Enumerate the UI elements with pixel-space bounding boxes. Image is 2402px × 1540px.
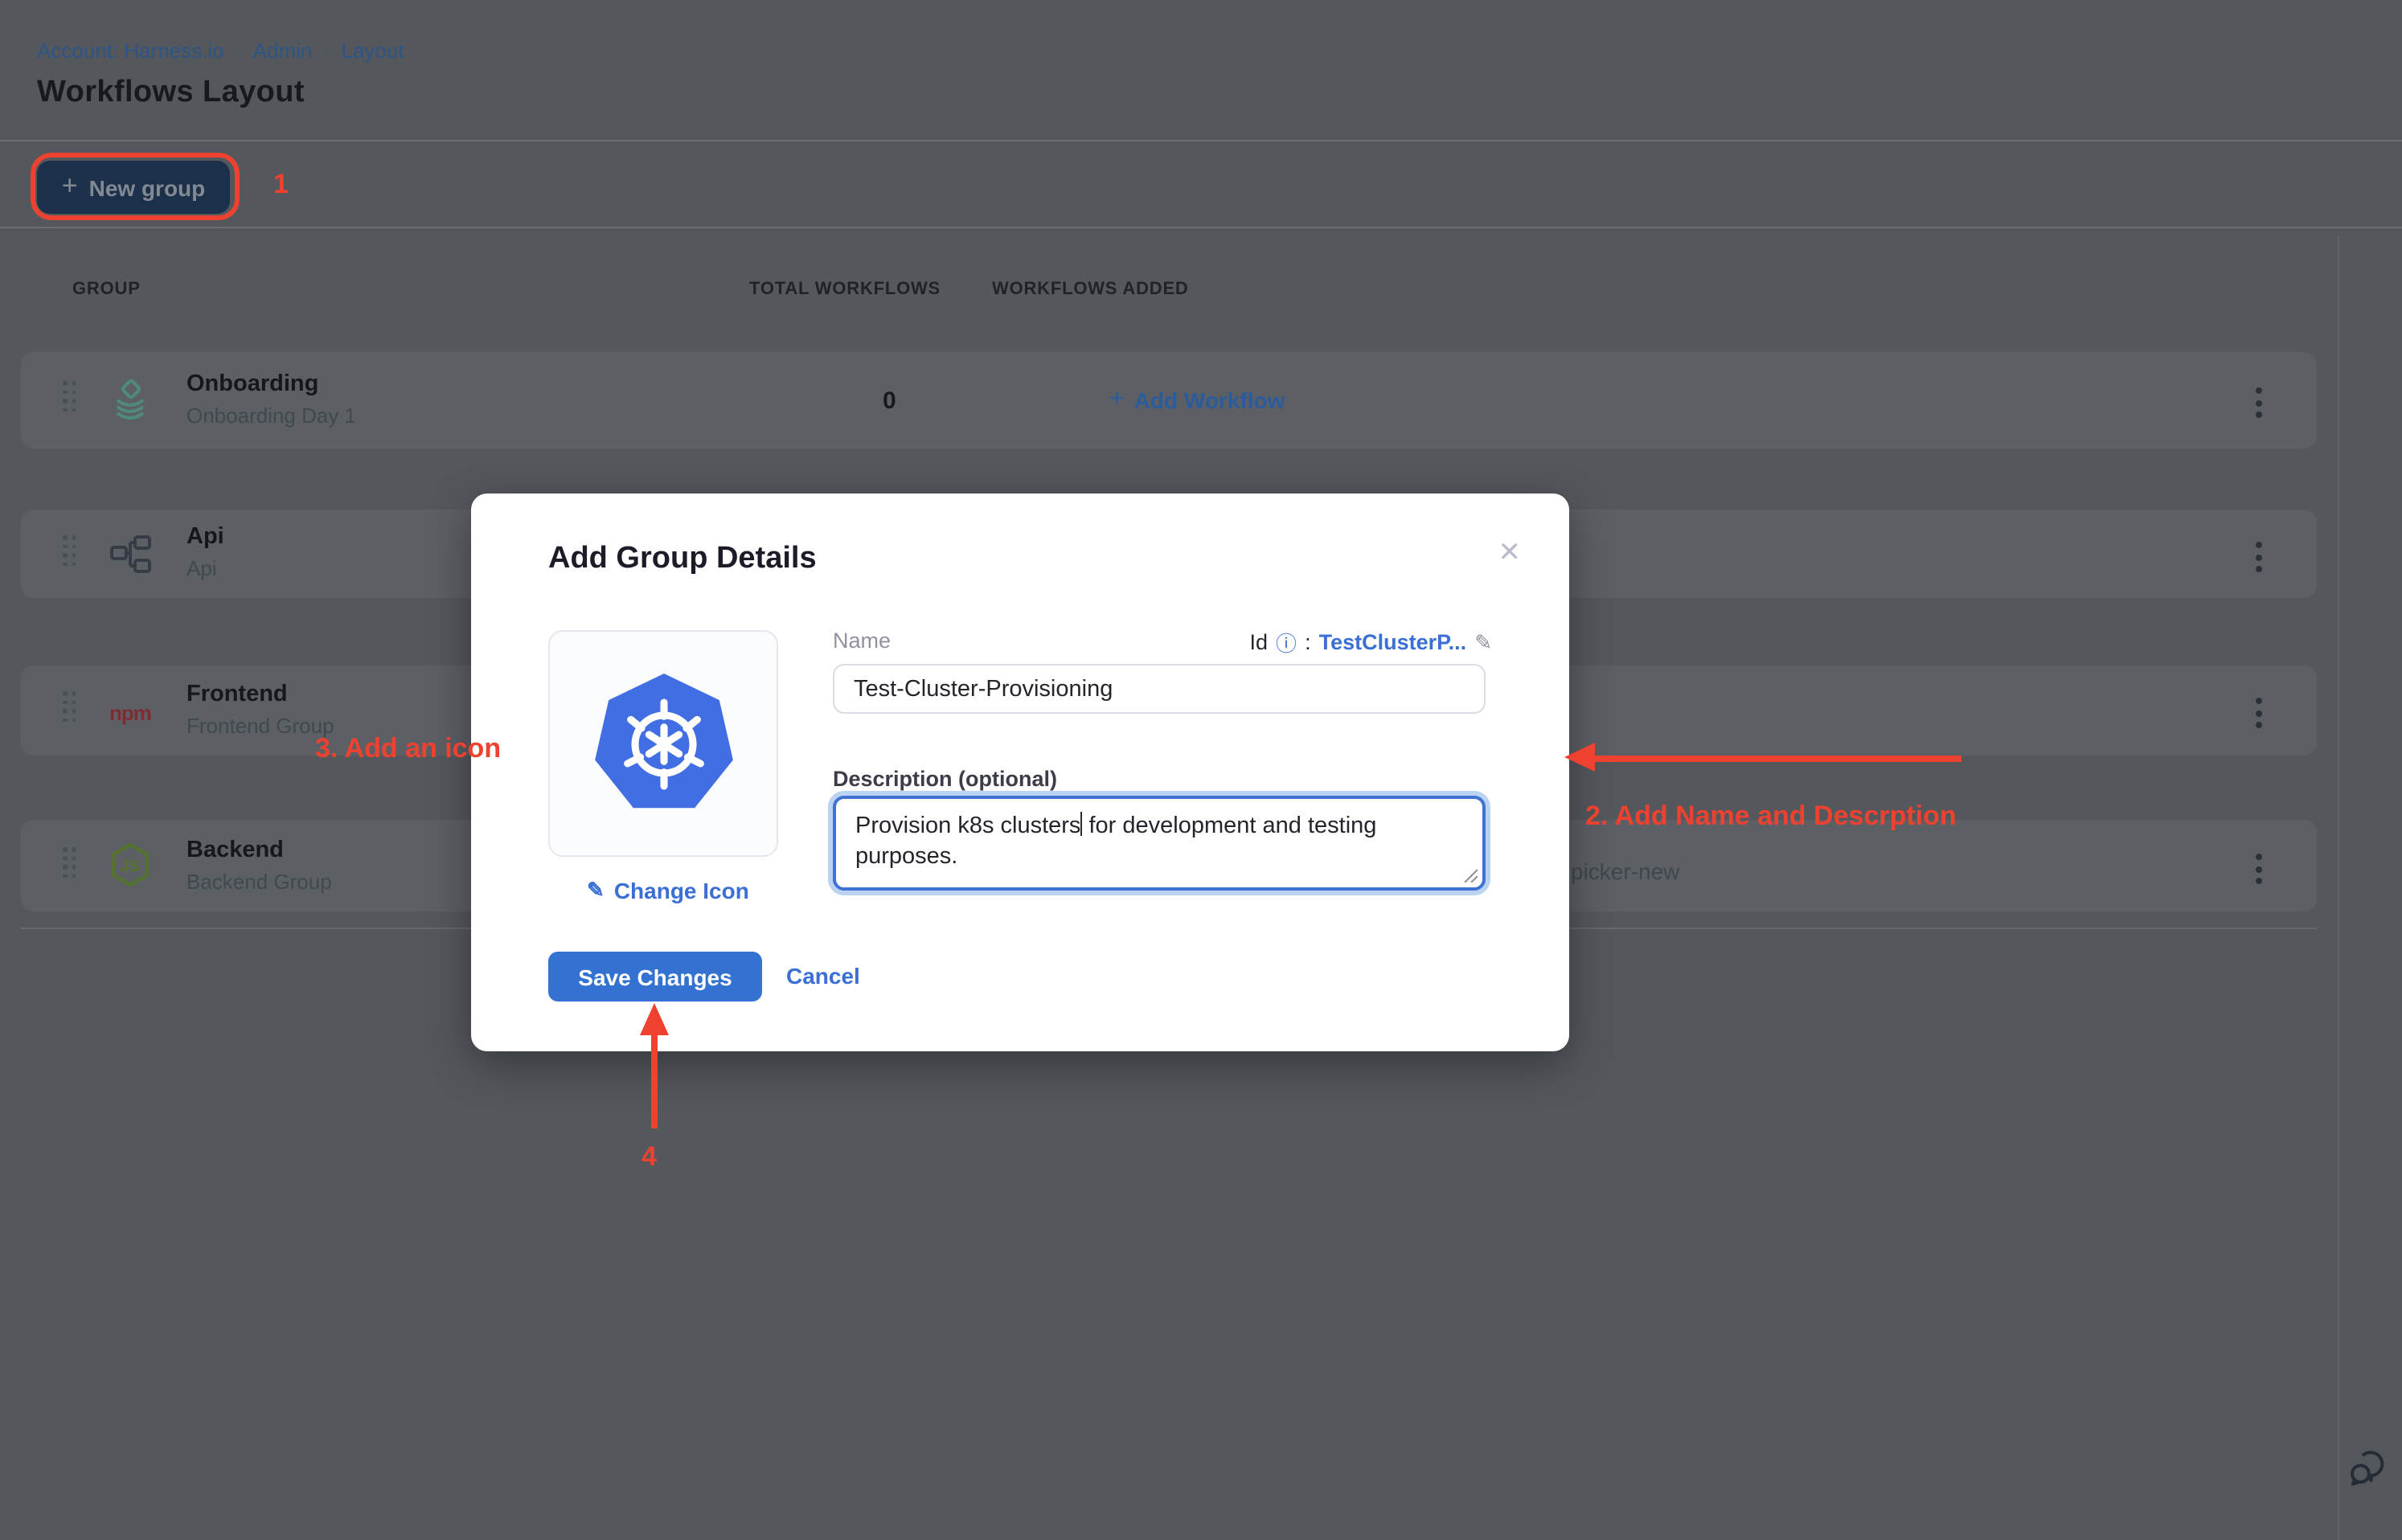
group-icon-preview[interactable] (548, 630, 778, 857)
plus-icon: + (1109, 386, 1125, 415)
add-workflow-button[interactable]: + Add Workflow (1109, 386, 1285, 415)
modal-title: Add Group Details (548, 542, 817, 577)
row-menu-kebab-icon[interactable] (2256, 698, 2262, 728)
description-field-label: Description (optional) (833, 767, 1057, 791)
toolbar-divider (0, 227, 2402, 228)
save-changes-button[interactable]: Save Changes (548, 952, 762, 1001)
group-name: Backend (187, 838, 332, 863)
npm-logo-text: npm (109, 700, 151, 724)
add-group-details-modal: Add Group Details ✕ ✎ Change Icon Name I (471, 494, 1569, 1051)
breadcrumb-admin-link[interactable]: Admin (253, 39, 313, 63)
column-header-group: GROUP (72, 280, 141, 299)
name-input[interactable] (833, 664, 1486, 714)
close-icon[interactable]: ✕ (1498, 539, 1522, 566)
workflows-layout-page: Account: Harness.io › Admin › Layout Wor… (0, 0, 2402, 1540)
layers-teal-icon (106, 376, 154, 424)
chat-bubbles-icon[interactable] (2347, 1447, 2389, 1497)
annotation-arrow-shaft (651, 1030, 658, 1128)
drag-handle-icon[interactable] (63, 691, 76, 722)
group-name: Frontend (187, 682, 334, 707)
info-icon: ⓘ (1276, 627, 1297, 657)
breadcrumb: Account: Harness.io › Admin › Layout (37, 39, 404, 63)
group-subtitle: Onboarding Day 1 (187, 403, 356, 428)
id-separator: : (1305, 630, 1311, 654)
breadcrumb-separator-icon: › (323, 39, 330, 62)
group-name: Api (187, 524, 224, 550)
page-title: Workflows Layout (37, 76, 305, 111)
row-menu-kebab-icon[interactable] (2256, 387, 2262, 418)
cancel-button[interactable]: Cancel (786, 963, 860, 989)
total-workflows-count: 0 (883, 387, 896, 415)
drag-handle-icon[interactable] (63, 381, 76, 412)
column-header-total-workflows: TOTAL WORKFLOWS (749, 280, 941, 299)
breadcrumb-layout-link[interactable]: Layout (341, 39, 404, 63)
content-edge-divider (2338, 236, 2339, 1540)
breadcrumb-separator-icon: › (236, 39, 242, 62)
drag-handle-icon[interactable] (63, 535, 76, 566)
change-icon-button[interactable]: ✎ Change Icon (587, 878, 749, 903)
pencil-icon: ✎ (587, 878, 605, 903)
breadcrumb-account-link[interactable]: Account: Harness.io (37, 39, 224, 63)
annotation-step2: 2. Add Name and Descrption (1585, 801, 1957, 833)
id-label: Id (1250, 630, 1269, 654)
name-field-label: Name (833, 629, 891, 653)
drag-handle-icon[interactable] (63, 847, 76, 878)
entity-id-row: Id ⓘ : TestClusterP... ✎ (1250, 627, 1493, 657)
annotation-step4: 4 (641, 1141, 657, 1173)
header-divider (0, 140, 2402, 141)
annotation-arrow-shaft (1592, 756, 1961, 762)
column-header-workflows-added: WORKFLOWS ADDED (992, 280, 1189, 299)
resize-grip-icon[interactable] (1461, 866, 1478, 883)
edit-id-pencil-icon[interactable]: ✎ (1474, 629, 1492, 655)
annotation-arrow-left-icon (1564, 743, 1595, 772)
svg-text:JS: JS (121, 858, 140, 875)
row-menu-kebab-icon[interactable] (2256, 542, 2262, 572)
nodejs-logo: JS (106, 841, 154, 889)
group-subtitle: Frontend Group (187, 714, 334, 738)
npm-logo: npm (106, 688, 154, 736)
group-subtitle: Api (187, 556, 224, 580)
description-textarea[interactable]: Provision k8s clusters for development a… (833, 796, 1486, 891)
picker-new-text-fragment: picker-new (1571, 858, 1679, 884)
sitemap-icon (106, 530, 154, 579)
annotation-highlight-box (31, 153, 240, 220)
annotation-step3: 3. Add an icon (315, 733, 501, 765)
id-value[interactable]: TestClusterP... (1319, 630, 1467, 654)
add-workflow-label: Add Workflow (1134, 387, 1285, 413)
annotation-step1: 1 (273, 169, 289, 201)
table-row-onboarding[interactable]: Onboarding Onboarding Day 1 0 + Add Work… (21, 352, 2317, 448)
group-subtitle: Backend Group (187, 870, 332, 894)
group-name: Onboarding (187, 371, 356, 397)
row-menu-kebab-icon[interactable] (2256, 854, 2262, 884)
kubernetes-logo (586, 666, 740, 821)
change-icon-label: Change Icon (614, 878, 749, 903)
description-text-before-caret: Provision k8s clusters (855, 813, 1080, 839)
